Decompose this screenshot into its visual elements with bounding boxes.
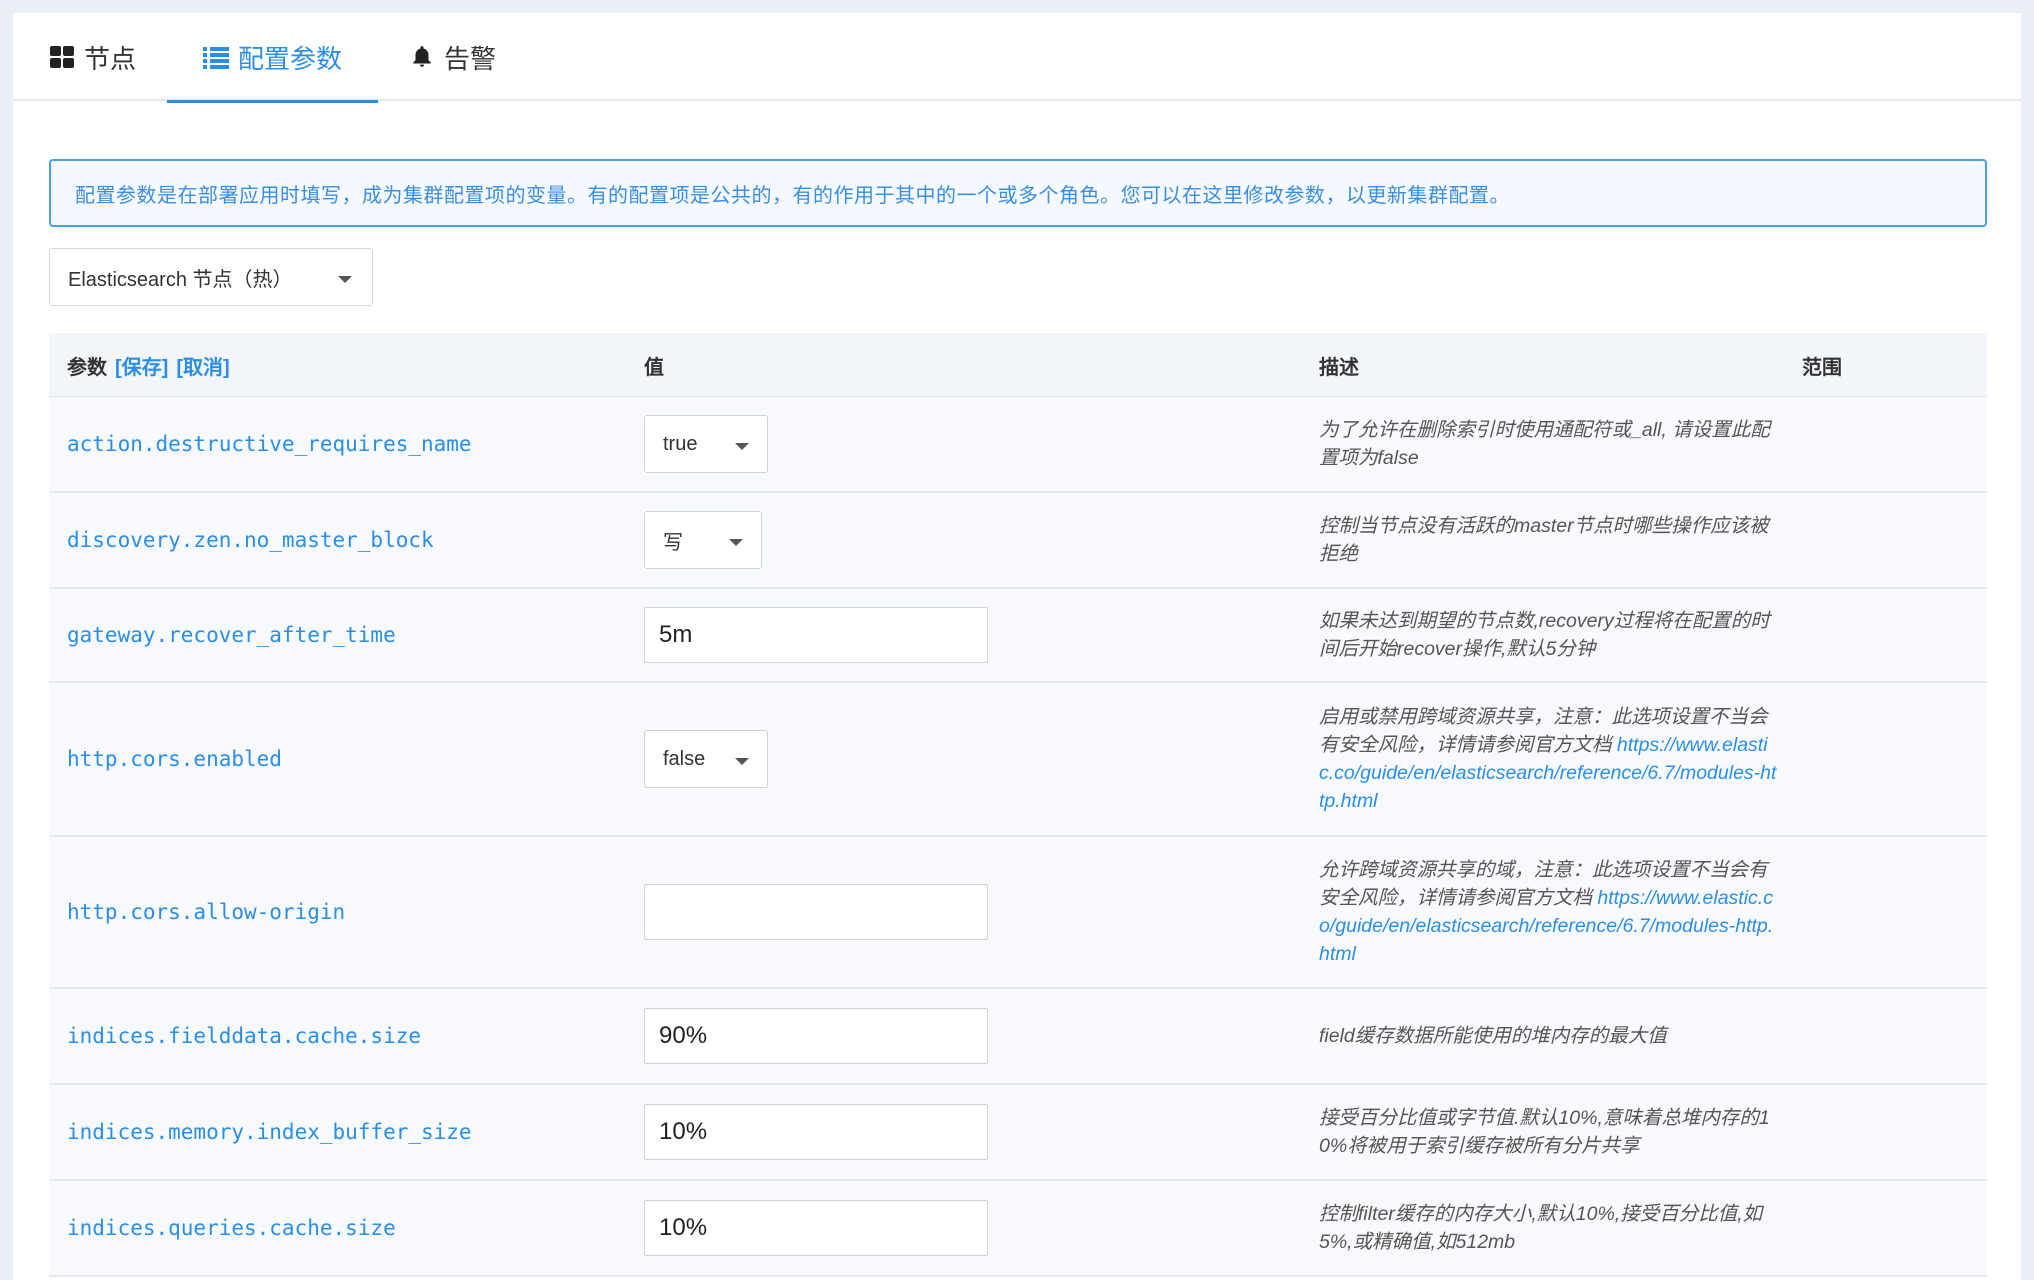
tab-bar: 节点 配置参数 告警 (13, 13, 2021, 103)
param-desc-text: 启用或禁用跨域资源共享，注意：此选项设置不当会有安全风险，详情请参阅官方文档 h… (1319, 703, 1779, 815)
param-value-cell: 写 (644, 493, 762, 587)
param-name[interactable]: indices.queries.cache.size (67, 1181, 396, 1275)
header-value: 值 (644, 356, 664, 379)
tab-config-params[interactable]: 配置参数 (166, 13, 379, 103)
value-select-text: true (663, 432, 698, 455)
grid-icon (49, 44, 75, 70)
value-input[interactable]: 10% (644, 1104, 988, 1160)
table-row: discovery.zen.no_master_block 写 控制当节点没有活… (49, 493, 1987, 589)
table-row: gateway.recover_after_time 5m 如果未达到期望的节点… (49, 589, 1987, 683)
table-row: indices.memory.index_buffer_size 10% 接受百… (49, 1085, 1987, 1181)
tab-alerts[interactable]: 告警 (409, 13, 496, 101)
param-name[interactable]: http.cors.allow-origin (67, 837, 345, 987)
tab-config-params-label: 配置参数 (238, 43, 343, 74)
table-row: action.destructive_requires_name true 为了… (49, 397, 1987, 493)
param-desc-text: 允许跨域资源共享的域，注意：此选项设置不当会有安全风险，详情请参阅官方文档 ht… (1319, 856, 1779, 968)
list-icon (203, 44, 229, 70)
table-row: indices.queries.cache.size 10% 控制filter缓… (49, 1181, 1987, 1277)
role-select-value: Elasticsearch 节点（热） (68, 268, 293, 291)
param-desc: 如果未达到期望的节点数,recovery过程将在配置的时间后开始recover操… (1319, 589, 1779, 681)
value-input[interactable]: 10% (644, 1200, 988, 1256)
value-select-text: false (663, 747, 706, 770)
param-value-cell: 10% (644, 1085, 988, 1179)
param-desc: 为了允许在删除索引时使用通配符或_all, 请设置此配置项为false (1319, 397, 1779, 491)
param-value-cell: 5m (644, 589, 988, 681)
config-panel: 节点 配置参数 告警 配置参数是在部署应用时填写，成为集群配置项的变量。有的配置… (13, 13, 2021, 1280)
header-range: 范围 (1802, 356, 1842, 379)
tab-nodes[interactable]: 节点 (49, 13, 136, 101)
value-select[interactable]: true (644, 415, 768, 473)
param-name[interactable]: discovery.zen.no_master_block (67, 493, 434, 587)
caret-down-icon (735, 758, 749, 765)
param-value-cell: 90% (644, 989, 988, 1083)
caret-down-icon (338, 276, 352, 283)
tab-alerts-label: 告警 (444, 43, 497, 74)
value-select-text: 写 (663, 531, 683, 554)
param-desc-text: 如果未达到期望的节点数,recovery过程将在配置的时间后开始recover操… (1319, 610, 1770, 660)
table-row: http.cors.allow-origin 允许跨域资源共享的域，注意：此选项… (49, 837, 1987, 989)
config-table: 参数 [保存] [取消] 值 描述 范围 action.destructive_… (49, 333, 1987, 1277)
param-desc: field缓存数据所能使用的堆内存的最大值 (1319, 989, 1779, 1083)
header-param: 参数 [保存] [取消] (67, 333, 230, 397)
header-param-label: 参数 (67, 356, 107, 379)
tab-nodes-label: 节点 (84, 43, 137, 74)
param-desc-text: field缓存数据所能使用的堆内存的最大值 (1319, 1025, 1667, 1047)
info-banner: 配置参数是在部署应用时填写，成为集群配置项的变量。有的配置项是公共的，有的作用于… (49, 159, 1987, 227)
value-select[interactable]: false (644, 730, 768, 788)
param-desc: 控制filter缓存的内存大小,默认10%,接受百分比值,如5%,或精确值,如5… (1319, 1181, 1779, 1275)
param-value-cell: true (644, 397, 768, 491)
param-name[interactable]: gateway.recover_after_time (67, 589, 396, 681)
caret-down-icon (729, 539, 743, 546)
table-header: 参数 [保存] [取消] 值 描述 范围 (49, 333, 1987, 397)
param-desc-text: 接受百分比值或字节值.默认10%,意味着总堆内存的10%将被用于索引缓存被所有分… (1319, 1107, 1770, 1157)
param-name[interactable]: http.cors.enabled (67, 683, 282, 835)
param-desc: 允许跨域资源共享的域，注意：此选项设置不当会有安全风险，详情请参阅官方文档 ht… (1319, 837, 1779, 987)
value-select[interactable]: 写 (644, 511, 762, 569)
param-desc: 启用或禁用跨域资源共享，注意：此选项设置不当会有安全风险，详情请参阅官方文档 h… (1319, 683, 1779, 835)
bell-icon (409, 44, 435, 70)
value-input[interactable]: 90% (644, 1008, 988, 1064)
role-select[interactable]: Elasticsearch 节点（热） (49, 248, 373, 306)
value-input[interactable] (644, 884, 988, 940)
param-value-cell: false (644, 683, 768, 835)
param-value-cell (644, 837, 988, 987)
table-row: indices.fielddata.cache.size 90% field缓存… (49, 989, 1987, 1085)
param-desc: 接受百分比值或字节值.默认10%,意味着总堆内存的10%将被用于索引缓存被所有分… (1319, 1085, 1779, 1179)
value-input[interactable]: 5m (644, 607, 988, 663)
param-name[interactable]: indices.fielddata.cache.size (67, 989, 421, 1083)
header-desc: 描述 (1319, 356, 1359, 379)
param-desc: 控制当节点没有活跃的master节点时哪些操作应该被拒绝 (1319, 493, 1779, 587)
param-desc-text: 为了允许在删除索引时使用通配符或_all, 请设置此配置项为false (1319, 419, 1770, 469)
table-row: http.cors.enabled false 启用或禁用跨域资源共享，注意：此… (49, 683, 1987, 837)
caret-down-icon (735, 443, 749, 450)
param-name[interactable]: indices.memory.index_buffer_size (67, 1085, 472, 1179)
cancel-link[interactable]: [取消] (176, 351, 229, 380)
param-desc-text: 控制当节点没有活跃的master节点时哪些操作应该被拒绝 (1319, 515, 1769, 565)
param-desc-text: 控制filter缓存的内存大小,默认10%,接受百分比值,如5%,或精确值,如5… (1319, 1203, 1763, 1253)
param-value-cell: 10% (644, 1181, 988, 1275)
param-name[interactable]: action.destructive_requires_name (67, 397, 472, 491)
save-link[interactable]: [保存] (115, 351, 168, 380)
